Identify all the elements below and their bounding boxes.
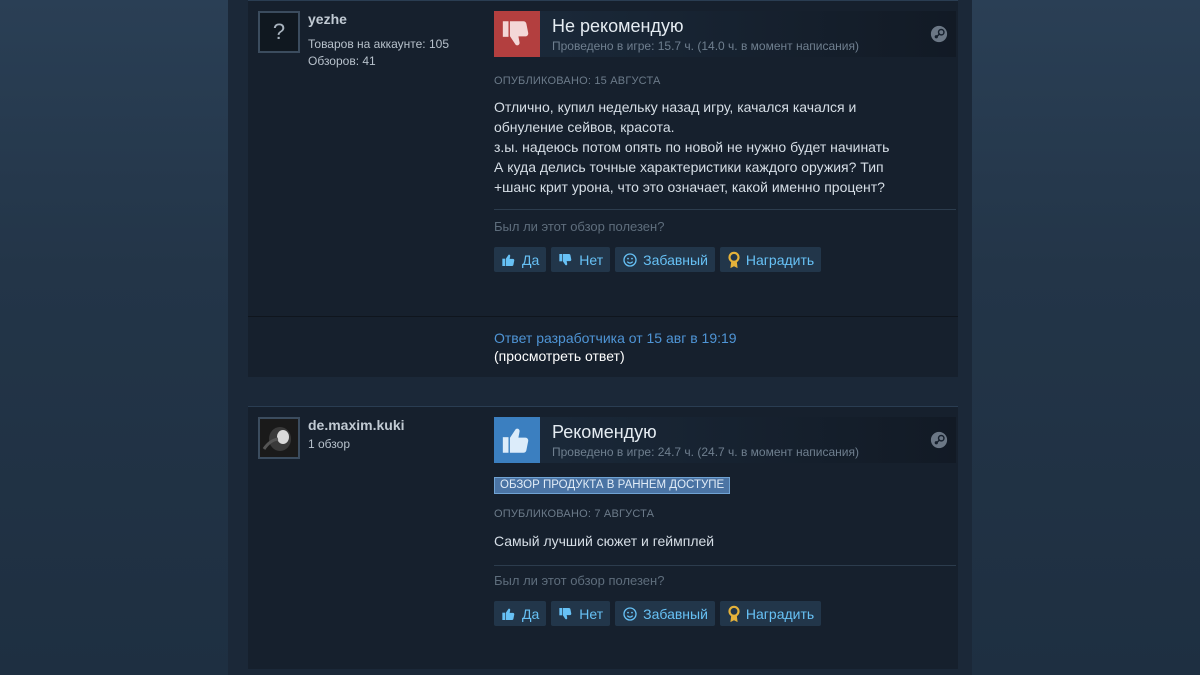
vote-funny-button[interactable]: Забавный [615, 601, 715, 626]
author-reviews-count[interactable]: 1 обзор [308, 437, 350, 451]
vote-yes-label: Да [522, 605, 540, 622]
award-button[interactable]: Наградить [719, 601, 822, 626]
vote-no-button[interactable]: Нет [551, 601, 611, 626]
review-text: Самый лучший сюжет и геймплей [494, 531, 954, 551]
playtime: Проведено в игре: 15.7 ч. (14.0 ч. в мом… [552, 39, 859, 53]
award-button[interactable]: Наградить [719, 247, 822, 272]
profile-photo-icon [260, 419, 298, 457]
thumbs-down-icon [559, 607, 572, 619]
review-text-line: обнуление сейвов, красота. [494, 119, 675, 135]
steam-icon [930, 431, 948, 449]
review-text-line: Самый лучший сюжет и геймплей [494, 533, 715, 549]
review-text-line: Отлично, купил недельку назад игру, кача… [494, 99, 857, 115]
smiley-icon [623, 606, 637, 621]
thumbs-down-icon [494, 11, 540, 57]
thumbs-down-icon [559, 253, 572, 265]
avatar[interactable]: ? [258, 11, 300, 53]
view-response-link[interactable]: (просмотреть ответ) [494, 348, 625, 364]
divider [494, 565, 956, 566]
vote-no-label: Нет [579, 605, 604, 622]
review-text-line: +шанс крит урона, что это означает, како… [494, 179, 885, 195]
author-reviews-count[interactable]: Обзоров: 41 [308, 54, 376, 68]
verdict-header[interactable]: Не рекомендую Проведено в игре: 15.7 ч. … [494, 11, 956, 57]
playtime: Проведено в игре: 24.7 ч. (24.7 ч. в мом… [552, 445, 859, 459]
avatar[interactable] [258, 417, 300, 459]
vote-yes-button[interactable]: Да [494, 247, 547, 272]
verdict-title: Не рекомендую [552, 16, 684, 36]
award-label: Наградить [745, 605, 815, 622]
page-background-right [972, 0, 1200, 675]
divider [494, 209, 956, 210]
review-card: de.maxim.kuki 1 обзор Рекомендую Проведе… [248, 406, 958, 669]
vote-yes-label: Да [522, 251, 540, 268]
review-text-line: А куда делись точные характеристики кажд… [494, 159, 884, 175]
author-name[interactable]: de.maxim.kuki [308, 417, 405, 433]
helpful-question: Был ли этот обзор полезен? [494, 219, 665, 234]
smiley-icon [623, 252, 637, 267]
award-icon [728, 251, 740, 268]
vote-funny-label: Забавный [643, 251, 708, 268]
early-access-badge: ОБЗОР ПРОДУКТА В РАННЕМ ДОСТУПЕ [494, 477, 731, 494]
review-card: ? yezhe Товаров на аккаунте: 105 Обзоров… [248, 0, 958, 377]
award-icon [728, 605, 740, 622]
developer-response-link[interactable]: Ответ разработчика от 15 авг в 19:19 [494, 330, 737, 346]
vote-funny-label: Забавный [643, 605, 708, 622]
thumbs-up-icon [502, 608, 515, 620]
vote-no-button[interactable]: Нет [551, 247, 611, 272]
thumbs-up-icon [494, 417, 540, 463]
posted-date: ОПУБЛИКОВАНО: 15 АВГУСТА [494, 75, 661, 87]
review-text-line: з.ы. надеюсь потом опять по новой не нуж… [494, 139, 890, 155]
divider [248, 316, 958, 317]
author-name[interactable]: yezhe [308, 11, 347, 27]
author-products-count[interactable]: Товаров на аккаунте: 105 [308, 37, 449, 51]
helpful-question: Был ли этот обзор полезен? [494, 573, 665, 588]
posted-date: ОПУБЛИКОВАНО: 7 АВГУСТА [494, 508, 655, 520]
verdict-header[interactable]: Рекомендую Проведено в игре: 24.7 ч. (24… [494, 417, 956, 463]
vote-no-label: Нет [579, 251, 604, 268]
thumbs-up-icon [502, 254, 515, 266]
review-text: Отлично, купил недельку назад игру, кача… [494, 97, 954, 197]
vote-yes-button[interactable]: Да [494, 601, 547, 626]
award-label: Наградить [745, 251, 815, 268]
vote-controls: Да Нет Забавный Наградить [494, 247, 822, 272]
vote-funny-button[interactable]: Забавный [615, 247, 715, 272]
question-mark-icon: ? [272, 19, 286, 44]
steam-icon [930, 25, 948, 43]
verdict-title: Рекомендую [552, 422, 657, 442]
vote-controls: Да Нет Забавный Наградить [494, 601, 822, 626]
page-background-left [0, 0, 228, 675]
